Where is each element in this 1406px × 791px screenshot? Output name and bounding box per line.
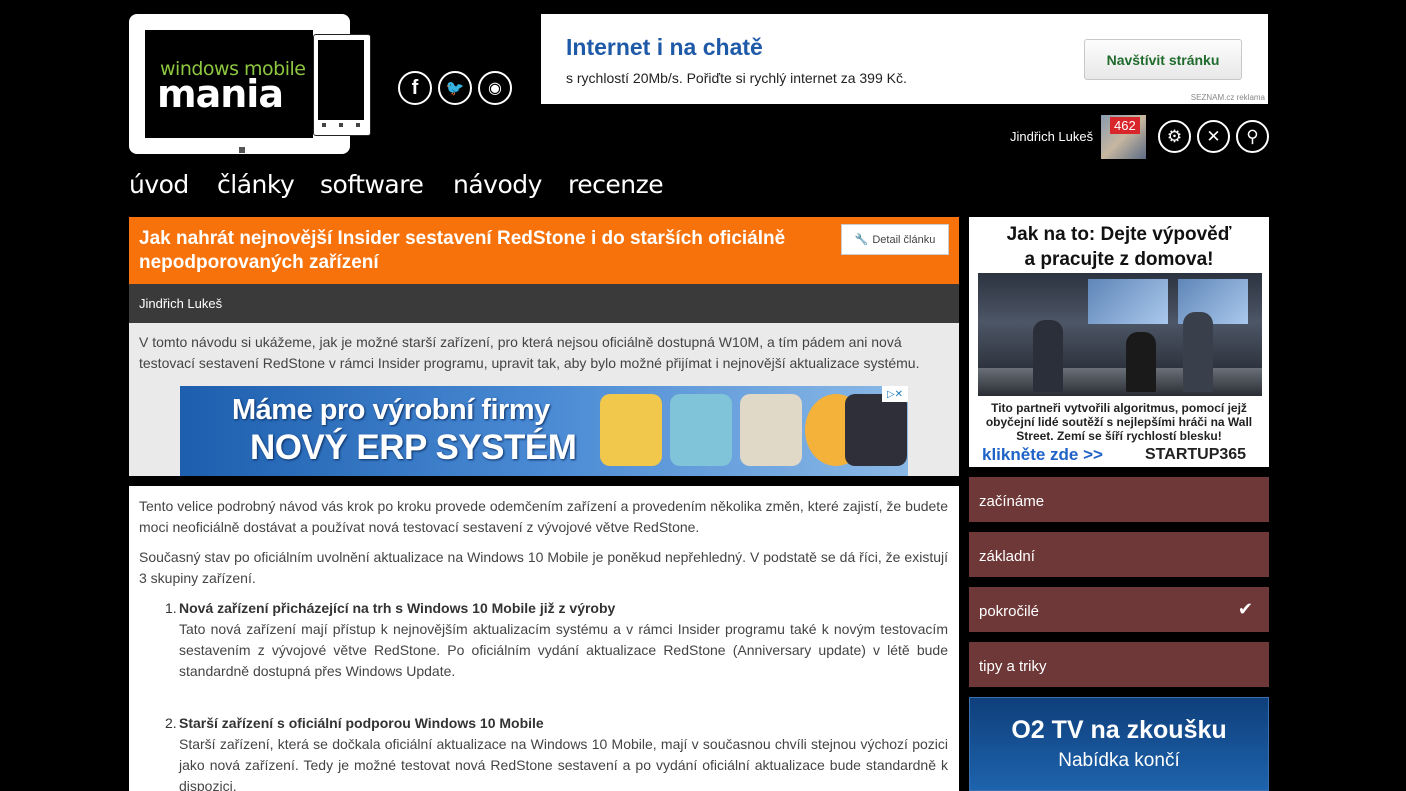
list-item-title: Starší zařízení s oficiální podporou Win…: [179, 715, 544, 731]
windows-logo-icon: [239, 147, 245, 153]
o2-ad-title: O2 TV na zkoušku: [1011, 716, 1227, 744]
nav-clanky[interactable]: články: [217, 170, 295, 199]
settings-icon[interactable]: ⚙: [1158, 120, 1191, 153]
nav-software[interactable]: software: [320, 170, 424, 199]
article-detail-label: Detail článku: [872, 233, 936, 246]
checkmark-icon: ✔: [1237, 599, 1253, 619]
twitter-icon[interactable]: 🐦: [438, 71, 472, 105]
erp-ad-character: [845, 394, 907, 466]
nav-recenze[interactable]: recenze: [568, 170, 664, 199]
article-body: Tento velice podrobný návod vás krok po …: [129, 486, 959, 791]
erp-ad-line2: NOVÝ ERP SYSTÉM: [250, 428, 577, 467]
article-detail-button[interactable]: 🔧 Detail článku: [841, 224, 949, 255]
visit-site-button[interactable]: Navštívit stránku: [1084, 39, 1242, 80]
list-item-number: 1.: [165, 600, 177, 616]
o2-tv-ad[interactable]: O2 TV na zkoušku Nabídka končí: [969, 697, 1269, 791]
article-lead: V tomto návodu si ukážeme, jak je možné …: [129, 323, 959, 476]
ad-text: s rychlostí 20Mb/s. Pořiďte si rychlý in…: [566, 70, 907, 86]
studio-desk: [978, 368, 1262, 396]
rss-icon[interactable]: ◉: [478, 71, 512, 105]
person-figure: [1033, 320, 1063, 392]
sidebar-ad-title-line1: Jak na to: Dejte výpověď: [1006, 224, 1232, 245]
user-name[interactable]: Jindřich Lukeš: [1010, 129, 1093, 144]
search-icon[interactable]: ⚲: [1236, 120, 1269, 153]
sidebar-ad-title-line2: a pracujte z domova!: [1024, 249, 1214, 270]
article-paragraph: Současný stav po oficiálním uvolnění akt…: [139, 549, 948, 586]
category-pokrocile[interactable]: pokročilé ✔: [969, 587, 1269, 632]
sidebar-ad-image[interactable]: [978, 273, 1262, 396]
category-zakladni[interactable]: základní: [969, 532, 1269, 577]
sidebar-ad-link[interactable]: klikněte zde >>: [982, 445, 1103, 465]
sidebar-ad-brand: STARTUP365: [1145, 446, 1247, 463]
lead-text: V tomto návodu si ukážeme, jak je možné …: [139, 334, 920, 371]
list-item-text: Starší zařízení, která se dočkala oficiá…: [179, 736, 948, 791]
studio-screen: [1088, 279, 1168, 324]
list-item-title: Nová zařízení přicházející na trh s Wind…: [179, 600, 616, 616]
sidebar-ad-text: Tito partneři vytvořili algoritmus, pomo…: [985, 401, 1253, 443]
category-label: pokročilé: [979, 603, 1040, 620]
article-paragraph: Tento velice podrobný návod vás krok po …: [139, 498, 948, 535]
article-title: Jak nahrát nejnovější Insider sestavení …: [139, 228, 786, 273]
author-bar: Jindřich Lukeš: [129, 284, 959, 323]
person-figure: [1183, 312, 1213, 392]
category-tipy-a-triky[interactable]: tipy a triky: [969, 642, 1269, 687]
top-banner-ad[interactable]: Internet i na chatě s rychlostí 20Mb/s. …: [541, 14, 1268, 104]
category-zaciname[interactable]: začínáme: [969, 477, 1269, 522]
article-author[interactable]: Jindřich Lukeš: [139, 296, 222, 311]
ad-title[interactable]: Internet i na chatě: [566, 34, 763, 61]
person-figure: [1126, 332, 1156, 392]
erp-ad-line1: Máme pro výrobní firmy: [232, 394, 550, 426]
close-icon[interactable]: ✕: [1197, 120, 1230, 153]
facebook-icon[interactable]: f: [398, 71, 432, 105]
sidebar-ad[interactable]: Jak na to: Dejte výpověď a pracujte z do…: [969, 217, 1269, 467]
category-label: základní: [979, 548, 1035, 565]
logo-tablet-screen: windows mobile mania: [145, 30, 313, 138]
list-item-number: 2.: [165, 715, 177, 731]
article-title-bar: Jak nahrát nejnovější Insider sestavení …: [129, 217, 959, 284]
wrench-icon: 🔧: [854, 234, 869, 246]
nav-navody[interactable]: návody: [453, 170, 542, 199]
erp-ad-character: [600, 394, 662, 466]
category-label: tipy a triky: [979, 658, 1047, 675]
logo-phone-graphic: [313, 34, 371, 136]
list-item-text: Tato nová zařízení mají přístup k nejnov…: [179, 621, 948, 679]
o2-ad-subtitle: Nabídka končí: [1058, 750, 1180, 771]
erp-ad-character: [670, 394, 732, 466]
erp-banner-ad[interactable]: Máme pro výrobní firmy NOVÝ ERP SYSTÉM ▷…: [180, 386, 908, 476]
sidebar-ad-title[interactable]: Jak na to: Dejte výpověď a pracujte z do…: [969, 222, 1269, 272]
ad-source: SEZNAM.cz reklama: [1190, 93, 1265, 102]
logo-text-big: mania: [157, 72, 284, 116]
erp-ad-character: [740, 394, 802, 466]
category-label: začínáme: [979, 493, 1045, 510]
nav-uvod[interactable]: úvod: [129, 170, 189, 199]
ad-choices-icon[interactable]: ▷✕: [882, 386, 908, 402]
notification-badge[interactable]: 462: [1110, 117, 1140, 134]
